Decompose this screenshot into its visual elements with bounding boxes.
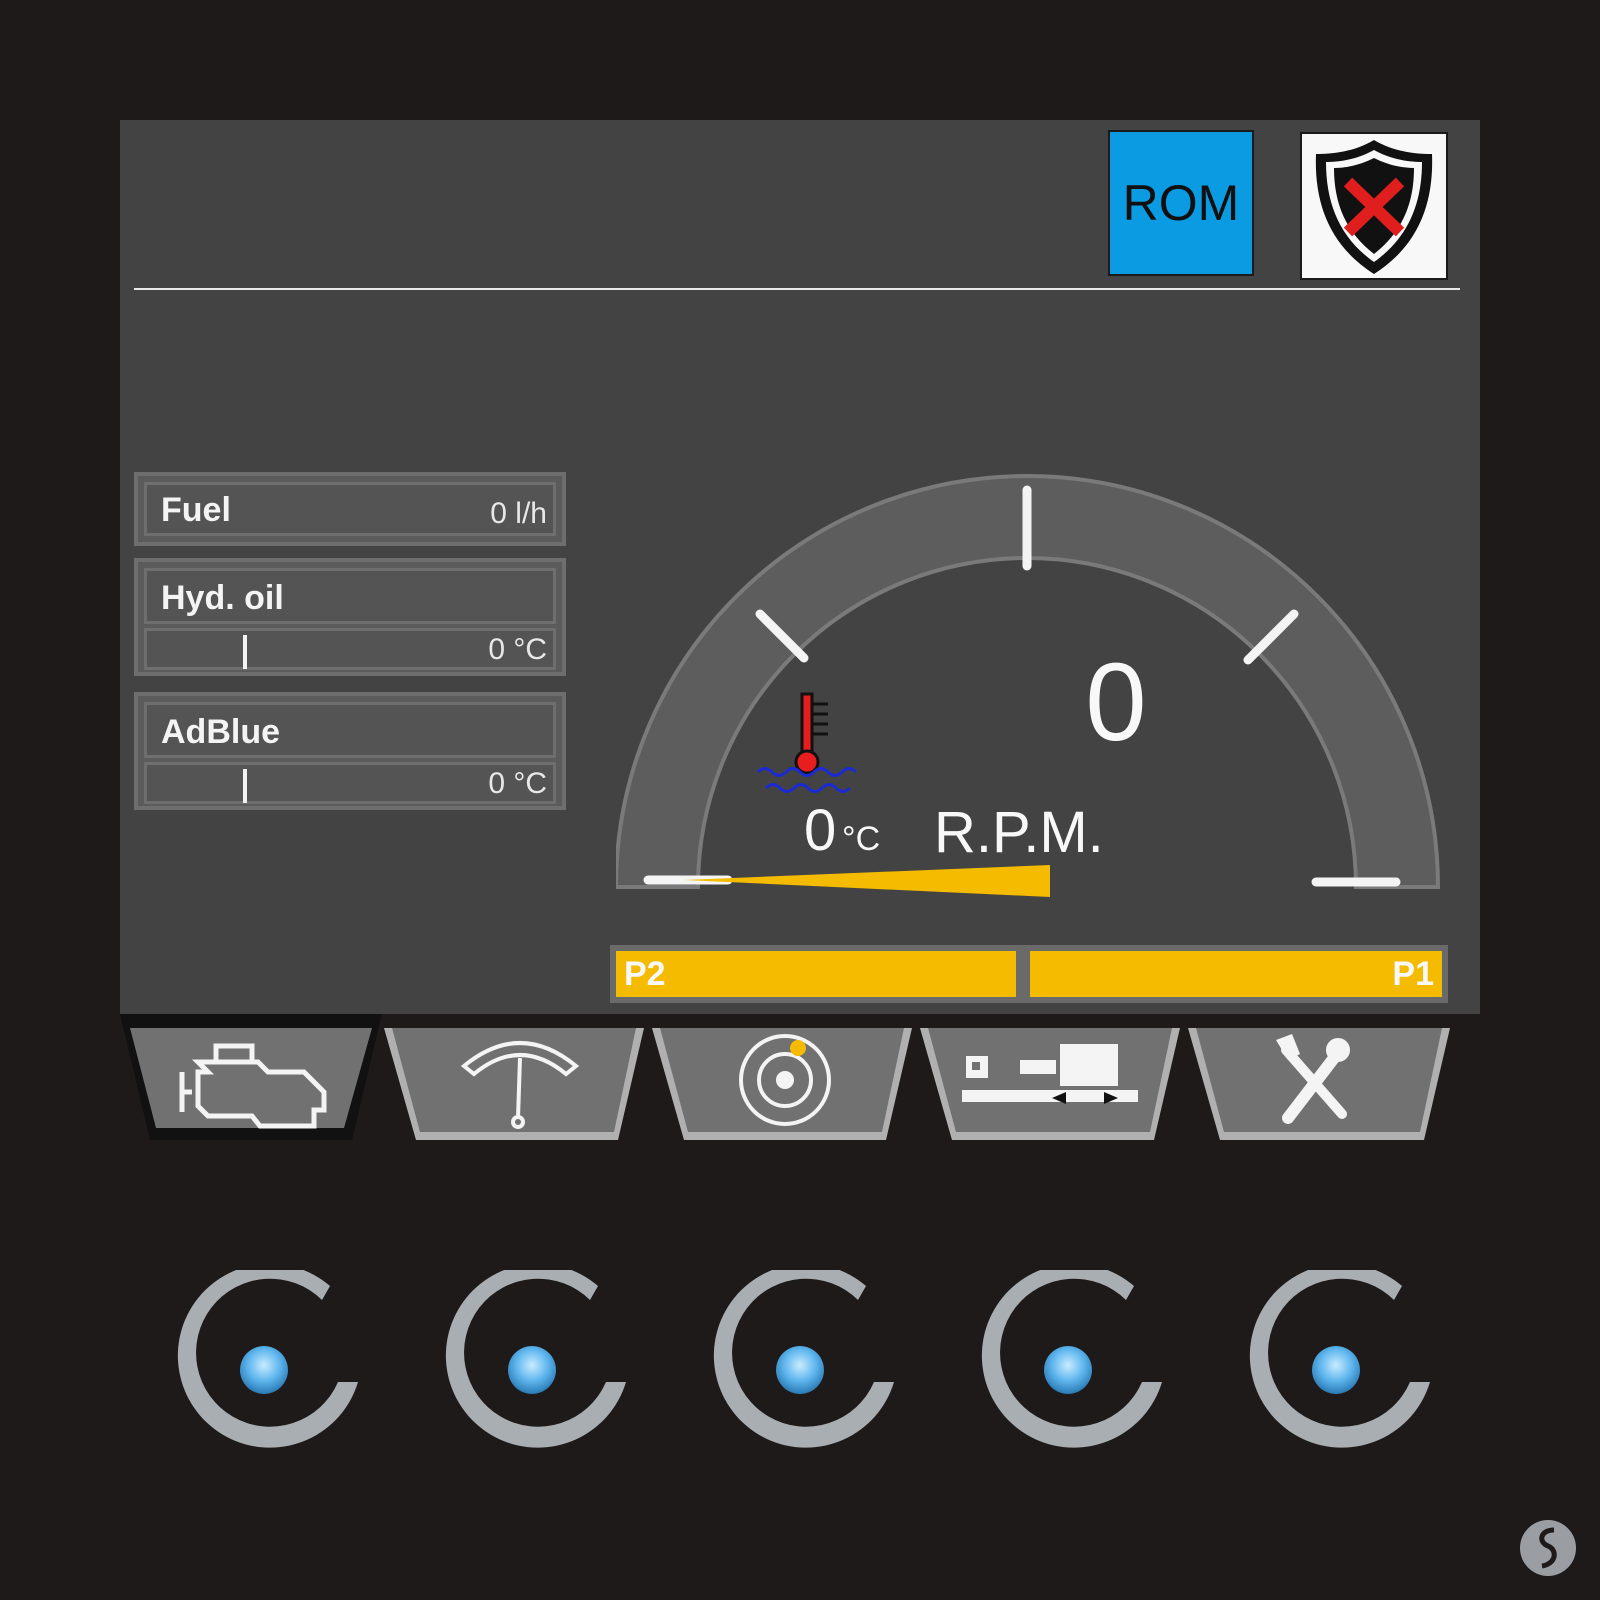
softkey-5[interactable]	[1249, 1270, 1430, 1448]
softkey-2[interactable]	[445, 1270, 626, 1448]
pump-p2-label: P2	[624, 955, 666, 993]
softkey-3[interactable]	[713, 1270, 894, 1448]
shield-error-icon[interactable]	[1300, 132, 1448, 280]
softkey-led-icon	[508, 1346, 556, 1394]
pump-bar-p1: P1	[1022, 945, 1448, 1003]
screen: ROM Fuel 0 l/h Hyd. oil 0 °C AdBlue 0 °C…	[120, 120, 1480, 1140]
softkey-led-icon	[240, 1346, 288, 1394]
rom-indicator[interactable]: ROM	[1108, 130, 1254, 276]
fuel-value: 0 l/h	[490, 497, 547, 530]
softkey-led-icon	[776, 1346, 824, 1394]
rpm-label: R.P.M.	[934, 800, 1104, 865]
rom-label: ROM	[1122, 175, 1240, 231]
softkey-led-icon	[1312, 1346, 1360, 1394]
softkey-4[interactable]	[981, 1270, 1162, 1448]
softkey-row	[177, 1270, 1430, 1448]
adblue-label: AdBlue	[161, 713, 280, 751]
header-divider	[134, 288, 1460, 290]
coolant-temp-value: 0	[804, 798, 836, 863]
hyd-oil-bar-marker	[243, 635, 247, 669]
adblue-bar: 0 °C	[144, 762, 556, 804]
adblue-value: 0 °C	[488, 767, 547, 800]
fuel-panel: Fuel 0 l/h	[134, 472, 566, 546]
adblue-label-row: AdBlue	[144, 702, 556, 758]
brand-logo-icon	[1520, 1520, 1576, 1576]
adblue-bar-marker	[243, 769, 247, 803]
rpm-value: 0	[1085, 641, 1146, 764]
adblue-panel: AdBlue 0 °C	[134, 692, 566, 810]
pump-bar-p1-fill: P1	[1030, 951, 1442, 997]
coolant-temperature-icon	[756, 692, 858, 793]
hyd-oil-panel: Hyd. oil 0 °C	[134, 558, 566, 676]
hyd-oil-value: 0 °C	[488, 633, 547, 666]
tab-machine[interactable]	[920, 1028, 1180, 1140]
fuel-row: Fuel 0 l/h	[144, 482, 556, 536]
softkey-led-icon	[1044, 1346, 1092, 1394]
pump-bar-p2: P2	[610, 945, 1022, 1003]
hyd-oil-bar: 0 °C	[144, 628, 556, 670]
pump-bar-p2-fill: P2	[616, 951, 1016, 997]
hyd-oil-label-row: Hyd. oil	[144, 568, 556, 624]
tab-engine[interactable]	[120, 1014, 382, 1140]
coolant-temp-unit: °C	[842, 820, 880, 858]
softkey-1[interactable]	[177, 1270, 358, 1448]
fuel-label: Fuel	[161, 491, 231, 529]
rpm-needle	[684, 865, 1050, 897]
hyd-oil-label: Hyd. oil	[161, 579, 284, 617]
tab-bar	[120, 1014, 1480, 1140]
pump-p1-label: P1	[1392, 955, 1434, 993]
